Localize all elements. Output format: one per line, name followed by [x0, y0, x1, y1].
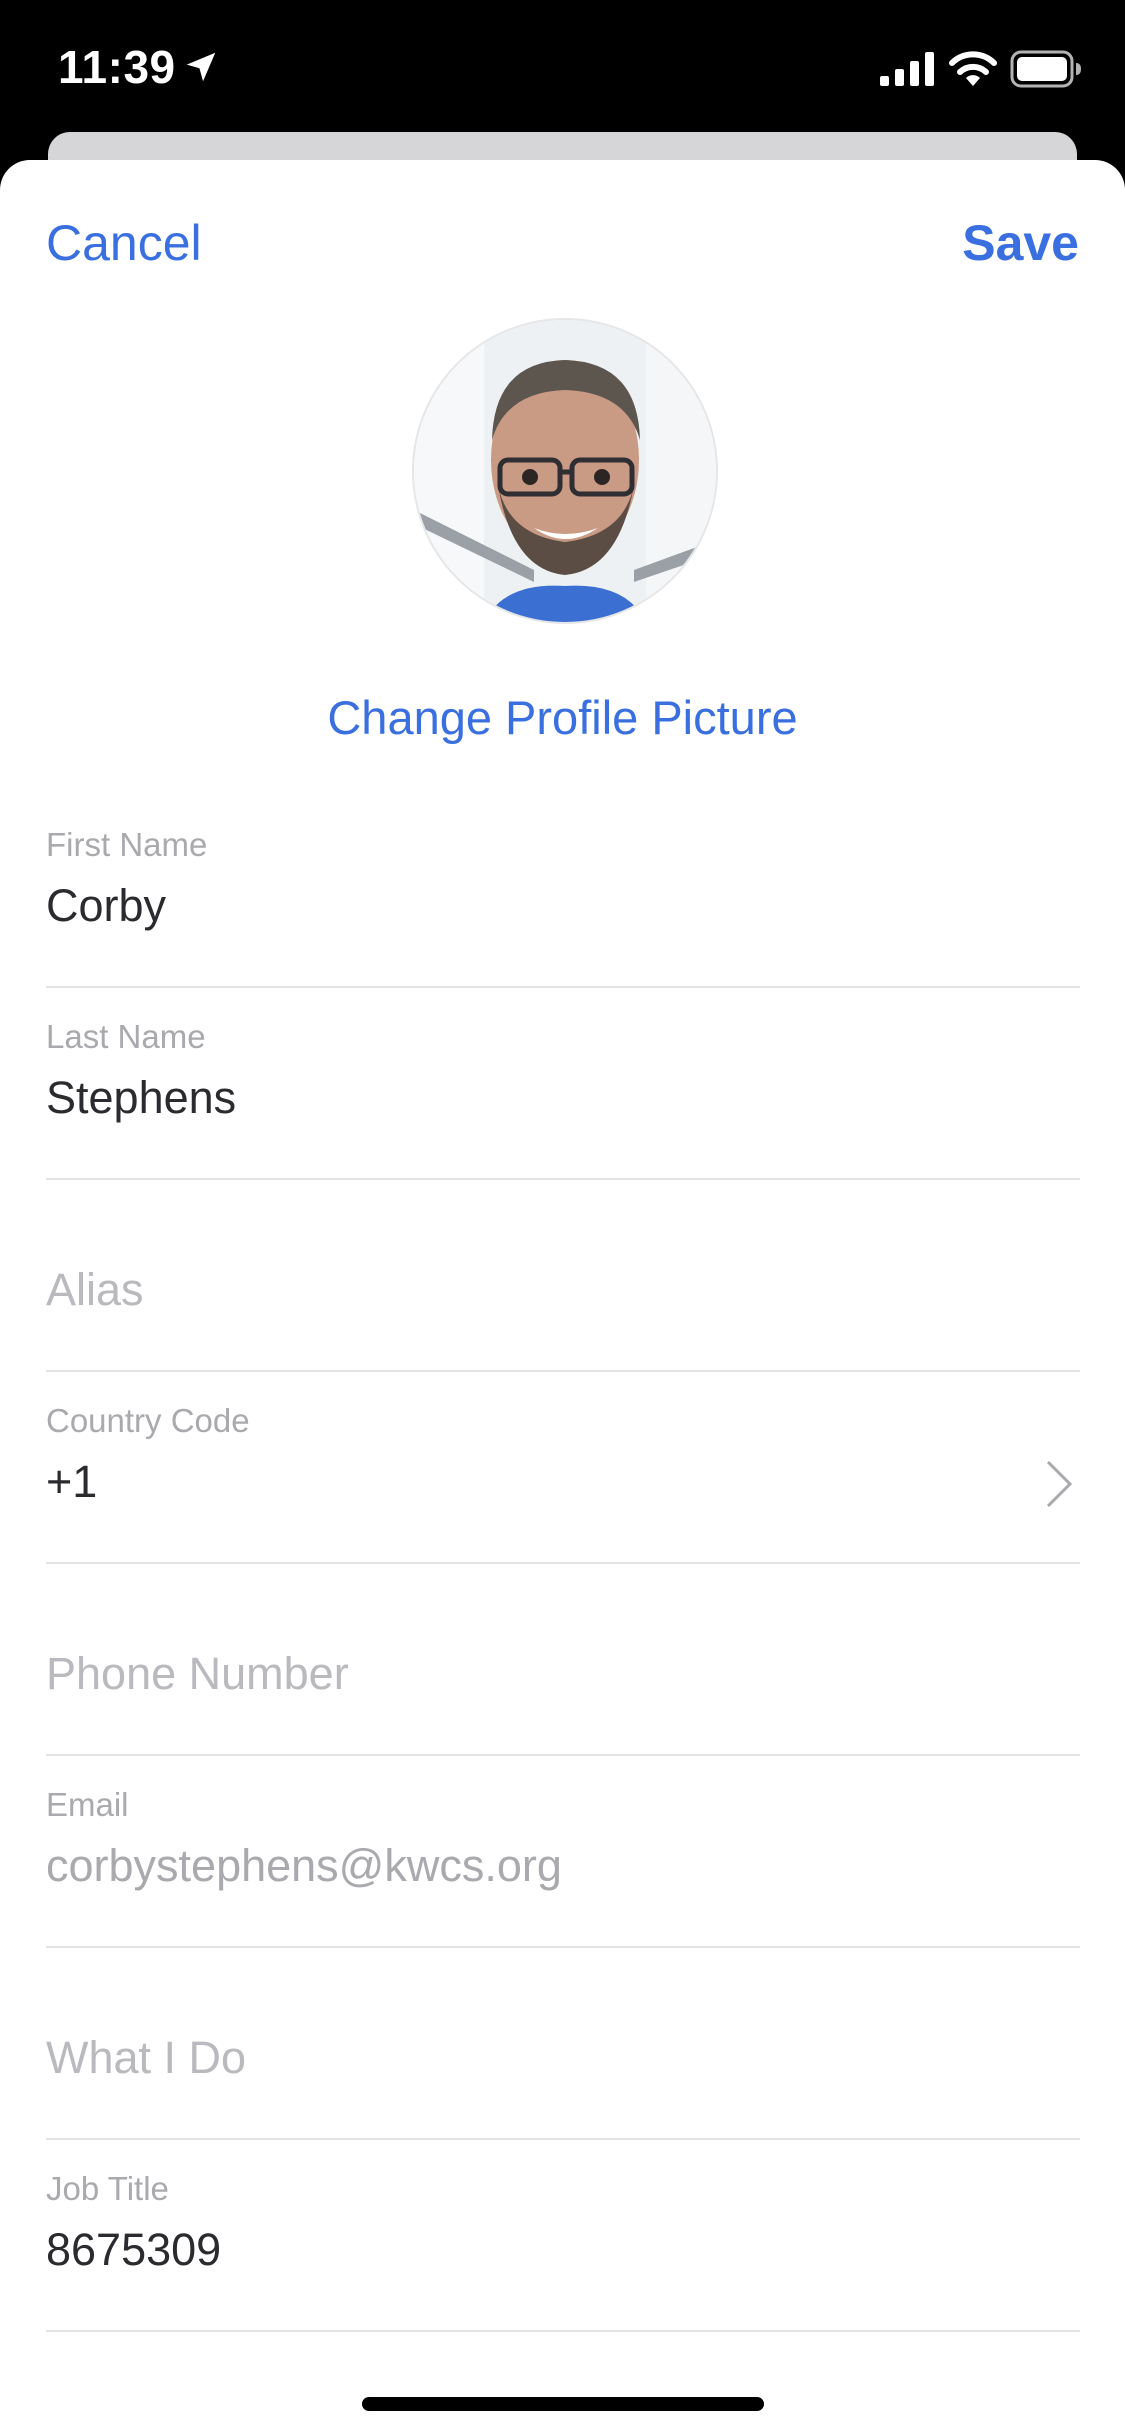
phone-number-field[interactable]: Phone Number — [46, 1564, 1080, 1756]
status-bar: 11:39 — [0, 0, 1125, 140]
cellular-signal-icon — [880, 52, 934, 86]
status-time: 11:39 — [58, 41, 176, 93]
first-name-field[interactable]: First Name Corby — [46, 796, 1080, 988]
location-arrow-icon — [186, 52, 216, 82]
job-title-label: Job Title — [46, 2170, 169, 2207]
last-name-value[interactable]: Stephens — [46, 1072, 236, 1124]
job-title-value[interactable]: 8675309 — [46, 2224, 221, 2276]
phone-number-placeholder[interactable]: Phone Number — [46, 1648, 349, 1700]
country-code-field[interactable]: Country Code +1 — [46, 1372, 1080, 1564]
last-name-field[interactable]: Last Name Stephens — [46, 988, 1080, 1180]
email-value[interactable]: corbystephens@kwcs.org — [46, 1840, 562, 1892]
last-name-label: Last Name — [46, 1018, 206, 1055]
cancel-button[interactable]: Cancel — [46, 214, 202, 272]
country-code-label: Country Code — [46, 1402, 250, 1439]
avatar[interactable] — [412, 318, 718, 624]
edit-profile-sheet: Cancel Save Change Profile Picture First… — [0, 160, 1125, 2436]
wifi-icon — [949, 51, 997, 86]
change-profile-picture-link[interactable]: Change Profile Picture — [0, 690, 1125, 745]
what-i-do-field[interactable]: What I Do — [46, 1948, 1080, 2140]
profile-photo — [414, 320, 716, 622]
email-field[interactable]: Email corbystephens@kwcs.org — [46, 1756, 1080, 1948]
chevron-right-icon — [1046, 1460, 1073, 1508]
alias-placeholder[interactable]: Alias — [46, 1264, 144, 1316]
job-title-field[interactable]: Job Title 8675309 — [46, 2140, 1080, 2332]
first-name-label: First Name — [46, 826, 208, 863]
first-name-value[interactable]: Corby — [46, 880, 166, 932]
email-label: Email — [46, 1786, 129, 1823]
save-button[interactable]: Save — [962, 214, 1079, 272]
battery-icon — [1010, 50, 1081, 88]
what-i-do-placeholder[interactable]: What I Do — [46, 2032, 246, 2084]
country-code-value[interactable]: +1 — [46, 1456, 97, 1508]
home-indicator[interactable] — [362, 2397, 764, 2411]
alias-field[interactable]: Alias — [46, 1180, 1080, 1372]
